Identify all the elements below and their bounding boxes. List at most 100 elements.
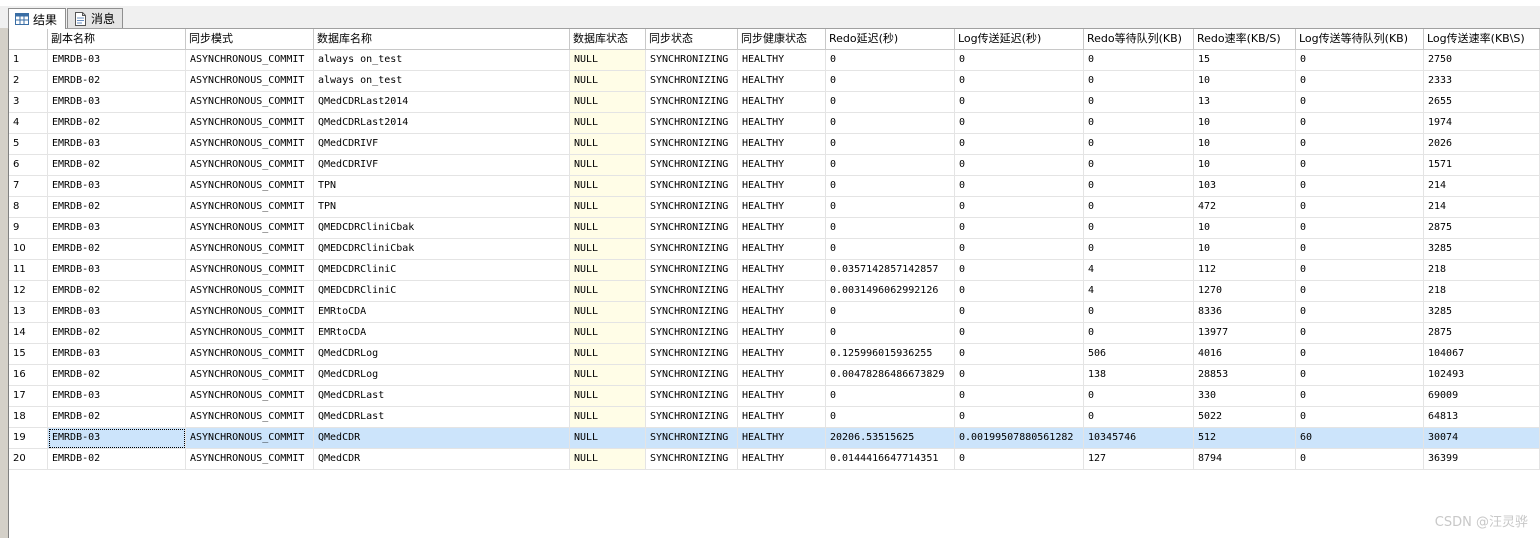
cell-database-name[interactable]: QMEDCDRCliniCbak (314, 239, 570, 260)
cell-database-state[interactable]: NULL (570, 407, 646, 428)
cell-log-send-delay[interactable]: 0 (955, 344, 1084, 365)
cell-sync-health[interactable]: HEALTHY (738, 428, 826, 449)
cell-sync-health[interactable]: HEALTHY (738, 197, 826, 218)
cell-sync-mode[interactable]: ASYNCHRONOUS_COMMIT (186, 239, 314, 260)
cell-redo-rate[interactable]: 1270 (1194, 281, 1296, 302)
cell-redo-rate[interactable]: 5022 (1194, 407, 1296, 428)
column-header-redo-rate[interactable]: Redo速率(KB/S) (1194, 29, 1296, 50)
row-number-cell[interactable]: 15 (9, 344, 48, 365)
cell-sync-health[interactable]: HEALTHY (738, 218, 826, 239)
cell-database-state[interactable]: NULL (570, 155, 646, 176)
cell-database-name[interactable]: QMedCDRLast2014 (314, 113, 570, 134)
cell-log-send-delay[interactable]: 0 (955, 197, 1084, 218)
cell-redo-queue[interactable]: 506 (1084, 344, 1194, 365)
cell-redo-queue[interactable]: 0 (1084, 50, 1194, 71)
cell-replica-name[interactable]: EMRDB-02 (48, 323, 186, 344)
row-number-cell[interactable]: 1 (9, 50, 48, 71)
cell-log-send-delay[interactable]: 0 (955, 365, 1084, 386)
cell-sync-state[interactable]: SYNCHRONIZING (646, 344, 738, 365)
cell-log-send-queue[interactable]: 0 (1296, 218, 1424, 239)
cell-database-name[interactable]: QMedCDRLog (314, 344, 570, 365)
cell-redo-delay[interactable]: 0 (826, 323, 955, 344)
left-splitter[interactable] (0, 28, 8, 538)
row-number-cell[interactable]: 16 (9, 365, 48, 386)
cell-redo-queue[interactable]: 0 (1084, 386, 1194, 407)
cell-redo-delay[interactable]: 0 (826, 197, 955, 218)
cell-log-send-queue[interactable]: 0 (1296, 449, 1424, 470)
cell-sync-health[interactable]: HEALTHY (738, 50, 826, 71)
cell-replica-name[interactable]: EMRDB-02 (48, 113, 186, 134)
cell-database-state[interactable]: NULL (570, 428, 646, 449)
cell-log-send-rate[interactable]: 36399 (1424, 449, 1540, 470)
cell-log-send-delay[interactable]: 0 (955, 323, 1084, 344)
cell-sync-mode[interactable]: ASYNCHRONOUS_COMMIT (186, 323, 314, 344)
cell-redo-delay[interactable]: 0 (826, 134, 955, 155)
cell-redo-delay[interactable]: 0 (826, 239, 955, 260)
cell-sync-health[interactable]: HEALTHY (738, 449, 826, 470)
cell-log-send-rate[interactable]: 64813 (1424, 407, 1540, 428)
cell-sync-mode[interactable]: ASYNCHRONOUS_COMMIT (186, 260, 314, 281)
cell-sync-mode[interactable]: ASYNCHRONOUS_COMMIT (186, 428, 314, 449)
cell-redo-rate[interactable]: 15 (1194, 50, 1296, 71)
cell-sync-state[interactable]: SYNCHRONIZING (646, 449, 738, 470)
cell-database-state[interactable]: NULL (570, 113, 646, 134)
row-number-cell[interactable]: 12 (9, 281, 48, 302)
cell-redo-queue[interactable]: 4 (1084, 281, 1194, 302)
cell-log-send-rate[interactable]: 3285 (1424, 239, 1540, 260)
cell-redo-delay[interactable]: 0.0144416647714351 (826, 449, 955, 470)
cell-sync-state[interactable]: SYNCHRONIZING (646, 302, 738, 323)
cell-redo-queue[interactable]: 0 (1084, 197, 1194, 218)
cell-log-send-rate[interactable]: 30074 (1424, 428, 1540, 449)
cell-database-state[interactable]: NULL (570, 302, 646, 323)
table-row[interactable]: 19 EMRDB-03 ASYNCHRONOUS_COMMIT QMedCDR NULL… (9, 428, 1540, 449)
cell-redo-queue[interactable]: 0 (1084, 239, 1194, 260)
cell-log-send-queue[interactable]: 0 (1296, 260, 1424, 281)
cell-redo-rate[interactable]: 103 (1194, 176, 1296, 197)
cell-database-name[interactable]: always on_test (314, 71, 570, 92)
cell-redo-delay[interactable]: 20206.53515625 (826, 428, 955, 449)
cell-replica-name[interactable]: EMRDB-03 (48, 92, 186, 113)
row-number-cell[interactable]: 18 (9, 407, 48, 428)
cell-database-name[interactable]: QMedCDRLast2014 (314, 92, 570, 113)
cell-log-send-queue[interactable]: 0 (1296, 134, 1424, 155)
cell-log-send-delay[interactable]: 0 (955, 92, 1084, 113)
table-row[interactable]: 14 EMRDB-02 ASYNCHRONOUS_COMMIT EMRtoCDA NUL… (9, 323, 1540, 344)
cell-database-state[interactable]: NULL (570, 197, 646, 218)
cell-sync-state[interactable]: SYNCHRONIZING (646, 428, 738, 449)
table-row[interactable]: 15 EMRDB-03 ASYNCHRONOUS_COMMIT QMedCDRLog N… (9, 344, 1540, 365)
cell-sync-state[interactable]: SYNCHRONIZING (646, 260, 738, 281)
cell-log-send-delay[interactable]: 0 (955, 50, 1084, 71)
row-number-cell[interactable]: 13 (9, 302, 48, 323)
cell-redo-queue[interactable]: 10345746 (1084, 428, 1194, 449)
cell-log-send-delay[interactable]: 0 (955, 302, 1084, 323)
cell-replica-name[interactable]: EMRDB-03 (48, 260, 186, 281)
cell-sync-mode[interactable]: ASYNCHRONOUS_COMMIT (186, 50, 314, 71)
table-row[interactable]: 2 EMRDB-02 ASYNCHRONOUS_COMMIT always on_te… (9, 71, 1540, 92)
cell-sync-state[interactable]: SYNCHRONIZING (646, 239, 738, 260)
table-row[interactable]: 9 EMRDB-03 ASYNCHRONOUS_COMMIT QMEDCDRClini… (9, 218, 1540, 239)
cell-sync-mode[interactable]: ASYNCHRONOUS_COMMIT (186, 197, 314, 218)
cell-redo-delay[interactable]: 0 (826, 302, 955, 323)
cell-redo-delay[interactable]: 0 (826, 407, 955, 428)
cell-redo-rate[interactable]: 112 (1194, 260, 1296, 281)
cell-database-name[interactable]: QMedCDRLast (314, 407, 570, 428)
cell-log-send-delay[interactable]: 0 (955, 407, 1084, 428)
cell-redo-rate[interactable]: 8336 (1194, 302, 1296, 323)
cell-log-send-queue[interactable]: 0 (1296, 92, 1424, 113)
table-row[interactable]: 10 EMRDB-02 ASYNCHRONOUS_COMMIT QMEDCDRClin… (9, 239, 1540, 260)
row-number-cell[interactable]: 11 (9, 260, 48, 281)
tab-results[interactable]: 结果 (8, 8, 66, 29)
cell-redo-delay[interactable]: 0.0031496062992126 (826, 281, 955, 302)
cell-database-name[interactable]: QMedCDRIVF (314, 134, 570, 155)
cell-redo-delay[interactable]: 0 (826, 113, 955, 134)
column-header-redo-queue[interactable]: Redo等待队列(KB) (1084, 29, 1194, 50)
cell-redo-delay[interactable]: 0.125996015936255 (826, 344, 955, 365)
row-number-cell[interactable]: 20 (9, 449, 48, 470)
cell-database-name[interactable]: QMEDCDRCliniCbak (314, 218, 570, 239)
cell-redo-delay[interactable]: 0.0357142857142857 (826, 260, 955, 281)
cell-sync-state[interactable]: SYNCHRONIZING (646, 218, 738, 239)
cell-log-send-delay[interactable]: 0.00199507880561282 (955, 428, 1084, 449)
row-number-cell[interactable]: 5 (9, 134, 48, 155)
cell-log-send-queue[interactable]: 0 (1296, 176, 1424, 197)
cell-log-send-queue[interactable]: 0 (1296, 323, 1424, 344)
